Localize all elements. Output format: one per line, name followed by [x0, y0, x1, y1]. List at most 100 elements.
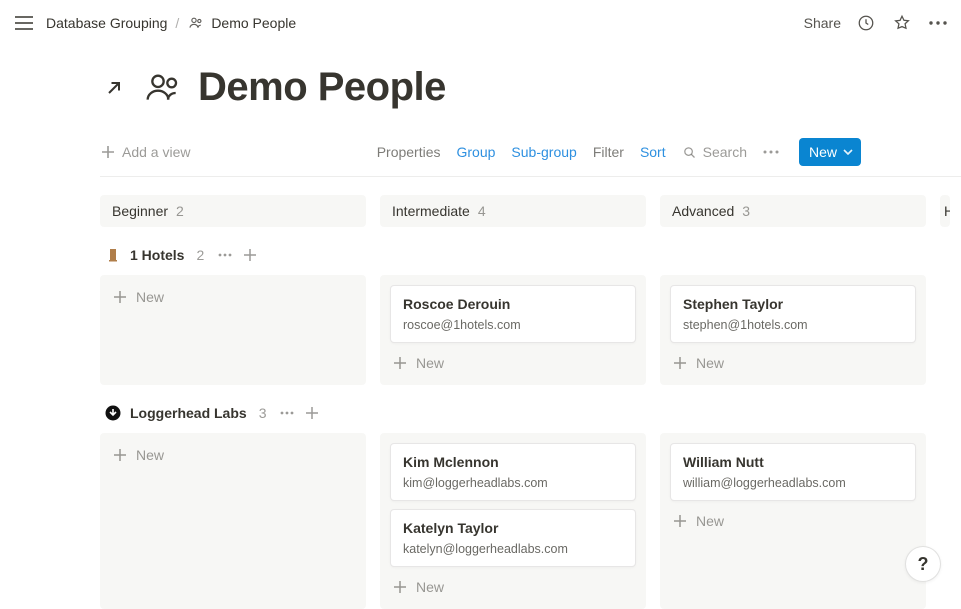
- add-card-button[interactable]: New: [670, 351, 916, 375]
- column-count: 2: [176, 203, 184, 219]
- group-add-button[interactable]: [240, 245, 260, 265]
- circle-down-icon: [105, 405, 121, 421]
- group-col-advanced: William Nutt william@loggerheadlabs.com …: [660, 433, 926, 609]
- view-more-button[interactable]: [763, 150, 783, 154]
- plus-icon: [392, 355, 408, 371]
- star-icon: [893, 14, 911, 32]
- breadcrumb-current[interactable]: Demo People: [187, 14, 296, 32]
- subgroup-button[interactable]: Sub-group: [511, 144, 576, 160]
- column-header-intermediate[interactable]: Intermediate 4: [380, 195, 646, 227]
- search-icon: [682, 145, 697, 160]
- people-icon: [187, 14, 205, 32]
- properties-button[interactable]: Properties: [377, 144, 441, 160]
- group-more-button[interactable]: [280, 411, 294, 415]
- dots-icon: [218, 253, 232, 257]
- add-card-button[interactable]: New: [390, 575, 636, 599]
- group-icon: [104, 404, 122, 422]
- card-name: Kim Mclennon: [403, 454, 623, 470]
- group-row-loggerhead: New Kim Mclennon kim@loggerheadlabs.com …: [100, 433, 961, 609]
- add-card-button[interactable]: New: [390, 351, 636, 375]
- breadcrumb-current-label: Demo People: [211, 15, 296, 31]
- group-name[interactable]: 1 Hotels: [130, 247, 184, 263]
- clock-icon: [857, 14, 875, 32]
- share-button[interactable]: Share: [804, 15, 841, 31]
- add-view-label: Add a view: [122, 144, 190, 160]
- card-email: william@loggerheadlabs.com: [683, 476, 903, 490]
- search-button[interactable]: Search: [682, 144, 747, 160]
- add-card-label: New: [696, 513, 724, 529]
- arrow-up-right-icon: [104, 78, 124, 98]
- add-card-button[interactable]: New: [110, 443, 356, 467]
- card[interactable]: William Nutt william@loggerheadlabs.com: [670, 443, 916, 501]
- plus-icon: [112, 289, 128, 305]
- page-header: Demo People: [100, 65, 961, 110]
- search-label: Search: [703, 144, 747, 160]
- group-add-button[interactable]: [302, 403, 322, 423]
- group-col-intermediate: Kim Mclennon kim@loggerheadlabs.com Kate…: [380, 433, 646, 609]
- chevron-down-icon: [843, 149, 853, 155]
- plus-icon: [244, 249, 256, 261]
- group-count: 2: [196, 247, 204, 263]
- column-header-overflow[interactable]: H: [940, 195, 950, 227]
- group-header-1hotels: 1 Hotels 2: [100, 245, 961, 265]
- card-name: William Nutt: [683, 454, 903, 470]
- column-name: Advanced: [672, 203, 734, 219]
- group-col-advanced: Stephen Taylor stephen@1hotels.com New: [660, 275, 926, 385]
- card[interactable]: Roscoe Derouin roscoe@1hotels.com: [390, 285, 636, 343]
- more-button[interactable]: [927, 12, 949, 34]
- add-card-button[interactable]: New: [670, 509, 916, 533]
- filter-button[interactable]: Filter: [593, 144, 624, 160]
- page-icon[interactable]: [142, 67, 184, 109]
- card[interactable]: Kim Mclennon kim@loggerheadlabs.com: [390, 443, 636, 501]
- group-row-1hotels: New Roscoe Derouin roscoe@1hotels.com Ne…: [100, 275, 961, 385]
- group-name[interactable]: Loggerhead Labs: [130, 405, 247, 421]
- card-email: katelyn@loggerheadlabs.com: [403, 542, 623, 556]
- open-as-page-button[interactable]: [100, 74, 128, 102]
- people-icon: [143, 68, 183, 108]
- breadcrumb-root[interactable]: Database Grouping: [46, 15, 167, 31]
- group-icon: [104, 246, 122, 264]
- card-email: stephen@1hotels.com: [683, 318, 903, 332]
- column-header-beginner[interactable]: Beginner 2: [100, 195, 366, 227]
- add-view-button[interactable]: Add a view: [100, 144, 190, 160]
- new-button-label: New: [809, 144, 837, 160]
- help-button[interactable]: ?: [905, 546, 941, 582]
- group-col-intermediate: Roscoe Derouin roscoe@1hotels.com New: [380, 275, 646, 385]
- building-icon: [105, 247, 121, 263]
- favorite-button[interactable]: [891, 12, 913, 34]
- add-card-label: New: [416, 355, 444, 371]
- page-title[interactable]: Demo People: [198, 65, 446, 110]
- column-count: 4: [478, 203, 486, 219]
- breadcrumb-separator: /: [175, 15, 179, 31]
- dots-icon: [280, 411, 294, 415]
- column-header-advanced[interactable]: Advanced 3: [660, 195, 926, 227]
- board-column-headers: Beginner 2 Intermediate 4 Advanced 3 H: [100, 195, 961, 227]
- breadcrumb: Database Grouping / Demo People: [46, 14, 296, 32]
- add-card-label: New: [416, 579, 444, 595]
- plus-icon: [392, 579, 408, 595]
- new-button[interactable]: New: [799, 138, 861, 166]
- card[interactable]: Katelyn Taylor katelyn@loggerheadlabs.co…: [390, 509, 636, 567]
- add-card-label: New: [696, 355, 724, 371]
- topbar: Database Grouping / Demo People Share: [0, 0, 961, 45]
- card[interactable]: Stephen Taylor stephen@1hotels.com: [670, 285, 916, 343]
- group-col-beginner: New: [100, 275, 366, 385]
- group-col-beginner: New: [100, 433, 366, 609]
- sort-button[interactable]: Sort: [640, 144, 666, 160]
- group-header-loggerhead: Loggerhead Labs 3: [100, 403, 961, 423]
- view-controls: Add a view Properties Group Sub-group Fi…: [100, 138, 961, 177]
- card-name: Stephen Taylor: [683, 296, 903, 312]
- dots-icon: [929, 21, 947, 25]
- plus-icon: [672, 355, 688, 371]
- updates-button[interactable]: [855, 12, 877, 34]
- group-button[interactable]: Group: [457, 144, 496, 160]
- column-count: 3: [742, 203, 750, 219]
- card-name: Katelyn Taylor: [403, 520, 623, 536]
- add-card-label: New: [136, 447, 164, 463]
- hamburger-icon: [15, 16, 33, 30]
- add-card-button[interactable]: New: [110, 285, 356, 309]
- add-card-label: New: [136, 289, 164, 305]
- group-more-button[interactable]: [218, 253, 232, 257]
- sidebar-toggle-button[interactable]: [12, 11, 36, 35]
- plus-icon: [100, 144, 116, 160]
